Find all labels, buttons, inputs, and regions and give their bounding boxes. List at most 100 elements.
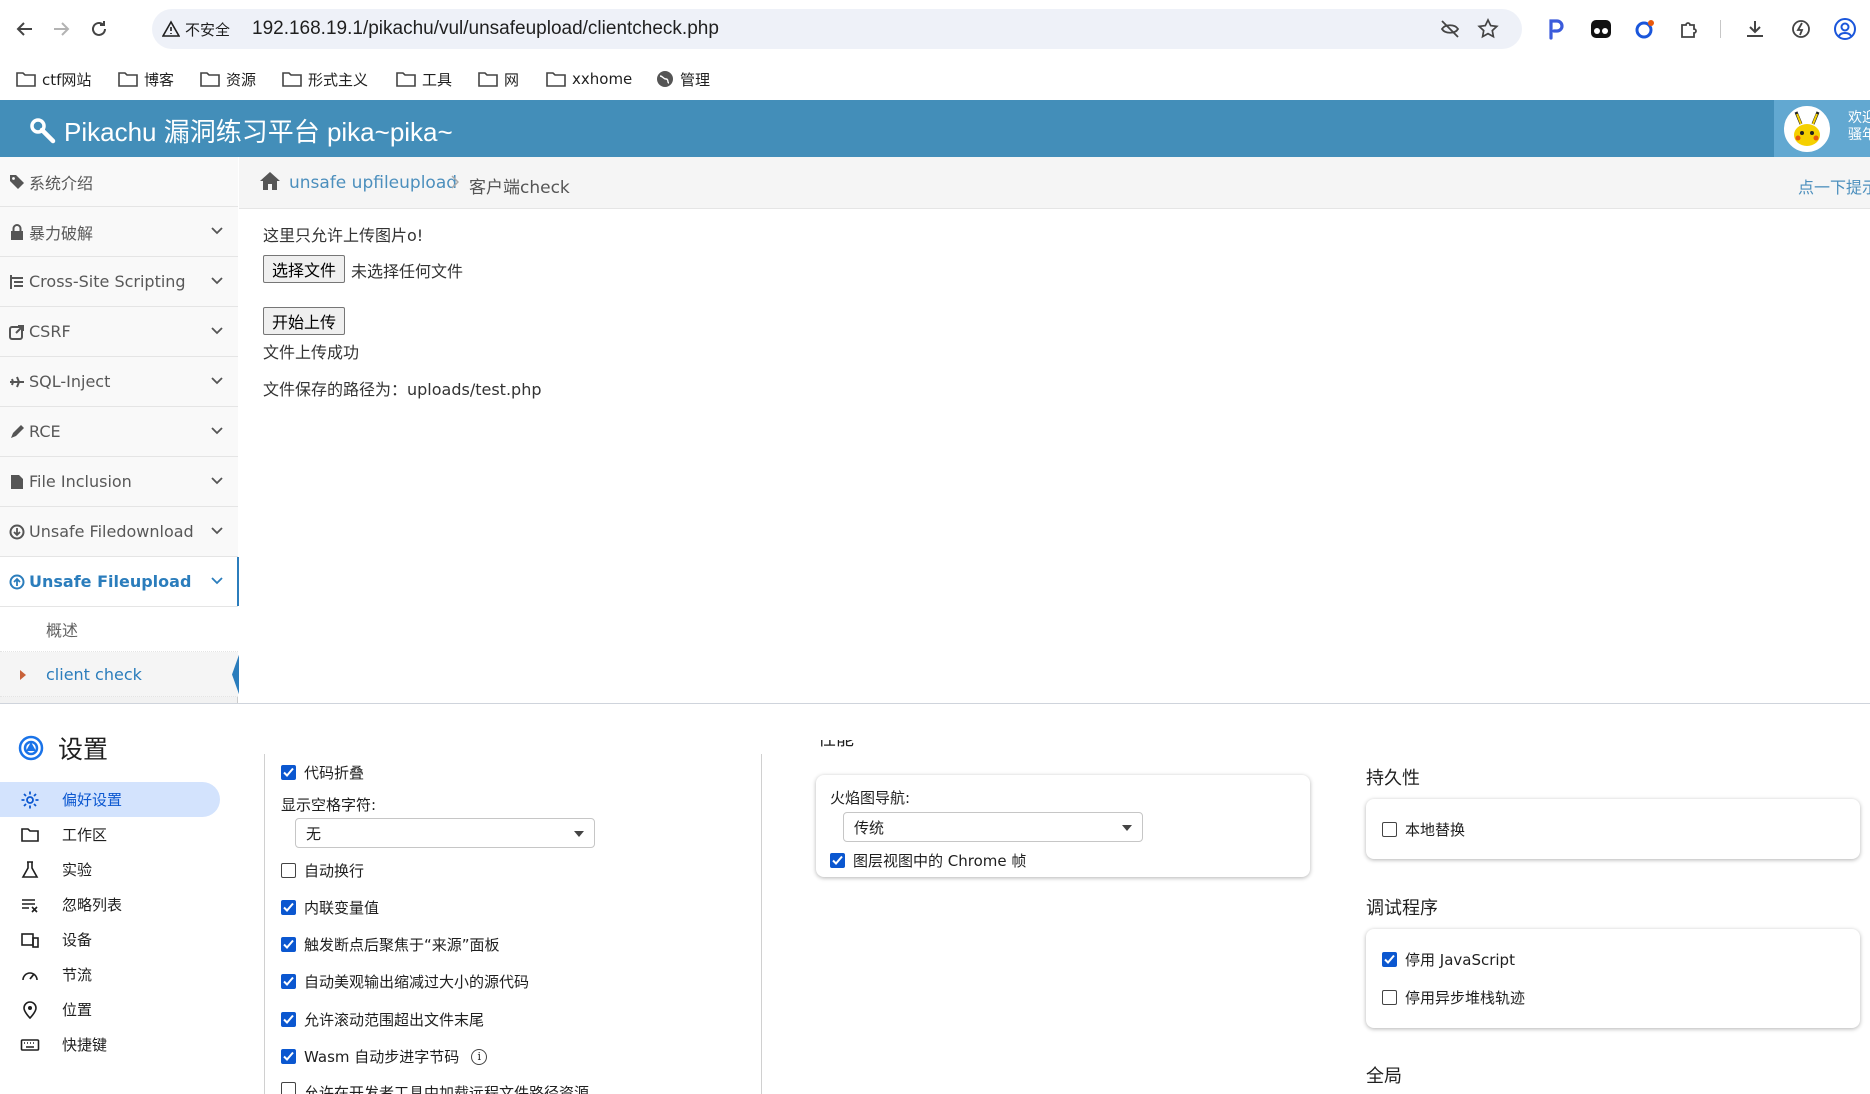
sidebar-item-brute-force[interactable]: 暴力破解 [0, 207, 238, 257]
checkbox-unchecked[interactable] [281, 1082, 296, 1094]
info-icon[interactable]: i [471, 1048, 488, 1065]
sidebar-item-intro[interactable]: 系统介绍 [0, 157, 238, 207]
scroll-past-eof-checkbox[interactable]: 允许滚动范围超出文件末尾 [281, 1009, 484, 1030]
brand[interactable]: Pikachu 漏洞练习平台 pika~pika~ [30, 112, 453, 149]
devtools-settings: 设置 偏好设置 工作区 实验 忽略列表 设备 节流 位置 快捷键 代码折叠 显示… [0, 703, 1870, 1094]
checkbox-checked[interactable] [281, 937, 296, 952]
tampermonkey-icon [1591, 20, 1611, 38]
bookmark-star-button[interactable] [1476, 17, 1500, 41]
sidebar-item-csrf[interactable]: CSRF [0, 307, 238, 357]
chevron-down-icon [211, 277, 223, 285]
word-wrap-checkbox[interactable]: 自动换行 [281, 860, 364, 881]
inline-variable-values-checkbox[interactable]: 内联变量值 [281, 897, 379, 918]
submenu-item-overview[interactable]: 概述 [0, 607, 238, 652]
flamechart-select[interactable]: 传统 [843, 812, 1143, 842]
dropdown-arrow-icon [574, 831, 584, 837]
check-icon [832, 855, 843, 865]
checkbox-checked[interactable] [281, 1049, 296, 1064]
sidebar-item-rce[interactable]: RCE [0, 407, 238, 457]
checkbox-checked[interactable] [281, 974, 296, 989]
settings-nav-preferences[interactable]: 偏好设置 [0, 782, 220, 817]
select-label: 显示空格字符: [281, 796, 377, 814]
security-chip[interactable]: 不安全 [162, 17, 230, 41]
disable-async-stack-checkbox[interactable]: 停用异步堆栈轨迹 [1382, 987, 1525, 1008]
settings-nav-locations[interactable]: 位置 [0, 992, 220, 1027]
forward-button[interactable] [46, 14, 76, 44]
local-overrides-checkbox[interactable]: 本地替换 [1382, 819, 1465, 840]
checkbox-checked[interactable] [830, 853, 845, 868]
security-label: 不安全 [185, 20, 231, 39]
back-button[interactable] [10, 14, 40, 44]
bookmark-link[interactable]: 管理 [656, 66, 710, 92]
folder-icon [118, 72, 138, 87]
checkbox-unchecked[interactable] [1382, 822, 1397, 837]
check-icon [283, 976, 294, 986]
sidebar-item-unsafe-fileupload[interactable]: Unsafe Fileupload [0, 557, 239, 607]
breadcrumb-link[interactable]: unsafe upfileupload [289, 173, 457, 193]
wasm-auto-stepping-checkbox[interactable]: Wasm 自动步进字节码 i [281, 1046, 488, 1067]
wrench-icon [30, 117, 56, 143]
checkbox-checked[interactable] [281, 900, 296, 915]
auto-pretty-print-checkbox[interactable]: 自动美观输出缩减过大小的源代码 [281, 971, 529, 992]
arrow-left-icon [16, 22, 32, 36]
url-text[interactable]: 192.168.19.1/pikachu/vul/unsafeupload/cl… [252, 18, 719, 40]
bookmark-folder[interactable]: xxhome [546, 66, 632, 92]
sidebar-item-xss[interactable]: Cross-Site Scripting [0, 257, 238, 307]
settings-title: 设置 [18, 730, 108, 766]
profile-button[interactable] [1830, 14, 1860, 44]
reload-button[interactable] [84, 14, 114, 44]
whitespace-select[interactable]: 无 [295, 818, 595, 848]
puzzle-icon [1681, 22, 1697, 38]
checkbox-checked[interactable] [281, 765, 296, 780]
settings-nav-throttling[interactable]: 节流 [0, 957, 220, 992]
settings-nav-devices[interactable]: 设备 [0, 922, 220, 957]
settings-nav-experiments[interactable]: 实验 [0, 852, 220, 887]
settings-nav-shortcuts[interactable]: 快捷键 [0, 1027, 220, 1062]
bookmark-folder[interactable]: 博客 [118, 66, 174, 92]
bookmark-folder[interactable]: 资源 [200, 66, 256, 92]
home-icon[interactable] [259, 171, 281, 191]
checkbox-checked[interactable] [1382, 952, 1397, 967]
code-folding-checkbox[interactable]: 代码折叠 [281, 762, 364, 783]
settings-nav-ignore-list[interactable]: 忽略列表 [0, 887, 220, 922]
chrome-frames-checkbox[interactable]: 图层视图中的 Chrome 帧 [830, 850, 1026, 871]
disable-javascript-checkbox[interactable]: 停用 JavaScript [1382, 949, 1515, 970]
focus-sources-on-breakpoint-checkbox[interactable]: 触发断点后聚焦于“来源”面板 [281, 934, 500, 955]
sources-settings-column: 代码折叠 显示空格字符: 无 自动换行 内联变量值 触发断点后聚焦于“来源”面板… [264, 754, 762, 1094]
sidebar-item-unsafe-filedownload[interactable]: Unsafe Filedownload [0, 507, 238, 557]
checkbox-checked[interactable] [281, 1012, 296, 1027]
performance-button[interactable] [1786, 14, 1816, 44]
star-icon [1477, 18, 1499, 39]
bookmark-label: xxhome [572, 70, 633, 88]
hint-link[interactable]: 点一下提示 [1798, 174, 1870, 198]
sidebar-item-file-inclusion[interactable]: File Inclusion [0, 457, 238, 507]
bookmark-folder[interactable]: ctf网站 [16, 66, 91, 92]
upload-success-message: 文件上传成功 [263, 343, 360, 362]
devtools-logo-icon [18, 735, 44, 761]
address-bar[interactable]: 不安全 192.168.19.1/pikachu/vul/unsafeuploa… [152, 9, 1522, 49]
extension-tool-button[interactable] [1630, 14, 1660, 44]
translate-off-button[interactable] [1438, 17, 1462, 41]
performance-card: 火焰图导航: 传统 图层视图中的 Chrome 帧 [816, 775, 1310, 877]
sidebar-item-sql-inject[interactable]: SQL-Inject [0, 357, 238, 407]
remote-file-path-checkbox[interactable]: 允许在开发者工具中加载远程文件路径资源 [281, 1082, 589, 1094]
user-menu[interactable]: 欢迎 骚年 [1774, 100, 1870, 157]
checkbox-unchecked[interactable] [1382, 990, 1397, 1005]
screen: { "browser": { "security_label": "不安全", … [0, 0, 1870, 1094]
settings-nav-workspace[interactable]: 工作区 [0, 817, 220, 852]
bookmark-folder[interactable]: 网 [478, 66, 519, 92]
chevron-down-icon [211, 377, 223, 385]
downloads-button[interactable] [1740, 14, 1770, 44]
bookmark-folder[interactable]: 形式主义 [282, 66, 368, 92]
choose-file-button[interactable]: 选择文件 [263, 255, 346, 283]
extension-tampermonkey-button[interactable] [1586, 14, 1616, 44]
arrow-right-icon [54, 22, 70, 36]
upload-button[interactable]: 开始上传 [263, 307, 346, 335]
checkbox-unchecked[interactable] [281, 863, 296, 878]
checkbox-label: 触发断点后聚焦于“来源”面板 [304, 936, 500, 954]
extensions-button[interactable] [1674, 14, 1704, 44]
submenu-item-client-check[interactable]: client check [0, 652, 240, 697]
extension-p-button[interactable] [1541, 14, 1571, 44]
bookmark-folder[interactable]: 工具 [396, 66, 452, 92]
pencil-icon [9, 424, 25, 440]
